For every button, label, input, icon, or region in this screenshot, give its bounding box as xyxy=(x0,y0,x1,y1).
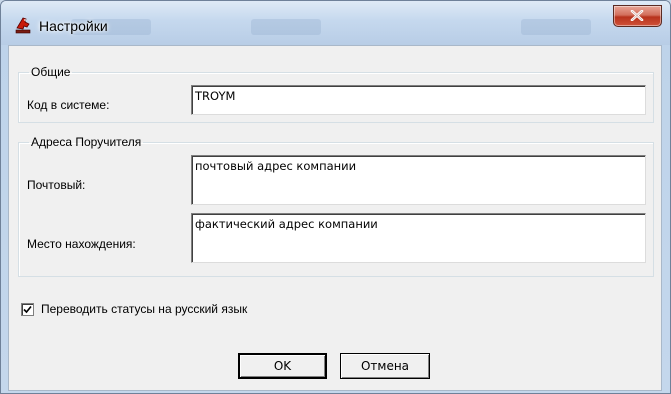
cancel-button[interactable]: Отмена xyxy=(340,353,430,379)
general-legend: Общие xyxy=(31,65,71,79)
background-blur xyxy=(251,19,321,35)
settings-dialog: Настройки Общие Код в системе: TROYM Адр… xyxy=(0,0,671,394)
window-title: Настройки xyxy=(39,18,108,34)
location-address-field[interactable]: фактический адрес компании xyxy=(191,213,646,263)
dialog-body: Общие Код в системе: TROYM Адреса Поручи… xyxy=(8,45,662,391)
system-code-field[interactable]: TROYM xyxy=(191,85,646,115)
addresses-legend: Адреса Поручителя xyxy=(31,135,142,149)
translate-statuses-checkbox[interactable] xyxy=(21,303,34,316)
background-blur xyxy=(521,19,591,35)
translate-statuses-label[interactable]: Переводить статусы на русский язык xyxy=(41,302,247,316)
postal-address-field[interactable]: почтовый адрес компании xyxy=(191,155,646,205)
close-icon xyxy=(630,10,644,21)
system-code-label: Код в системе: xyxy=(27,98,110,112)
location-address-label: Место нахождения: xyxy=(27,237,136,251)
postal-address-label: Почтовый: xyxy=(27,178,86,192)
close-button[interactable] xyxy=(613,5,662,27)
checkmark-icon xyxy=(23,305,32,314)
chess-piece-icon xyxy=(14,15,34,35)
ok-button[interactable]: OK xyxy=(238,353,327,379)
title-bar[interactable]: Настройки xyxy=(1,1,670,45)
